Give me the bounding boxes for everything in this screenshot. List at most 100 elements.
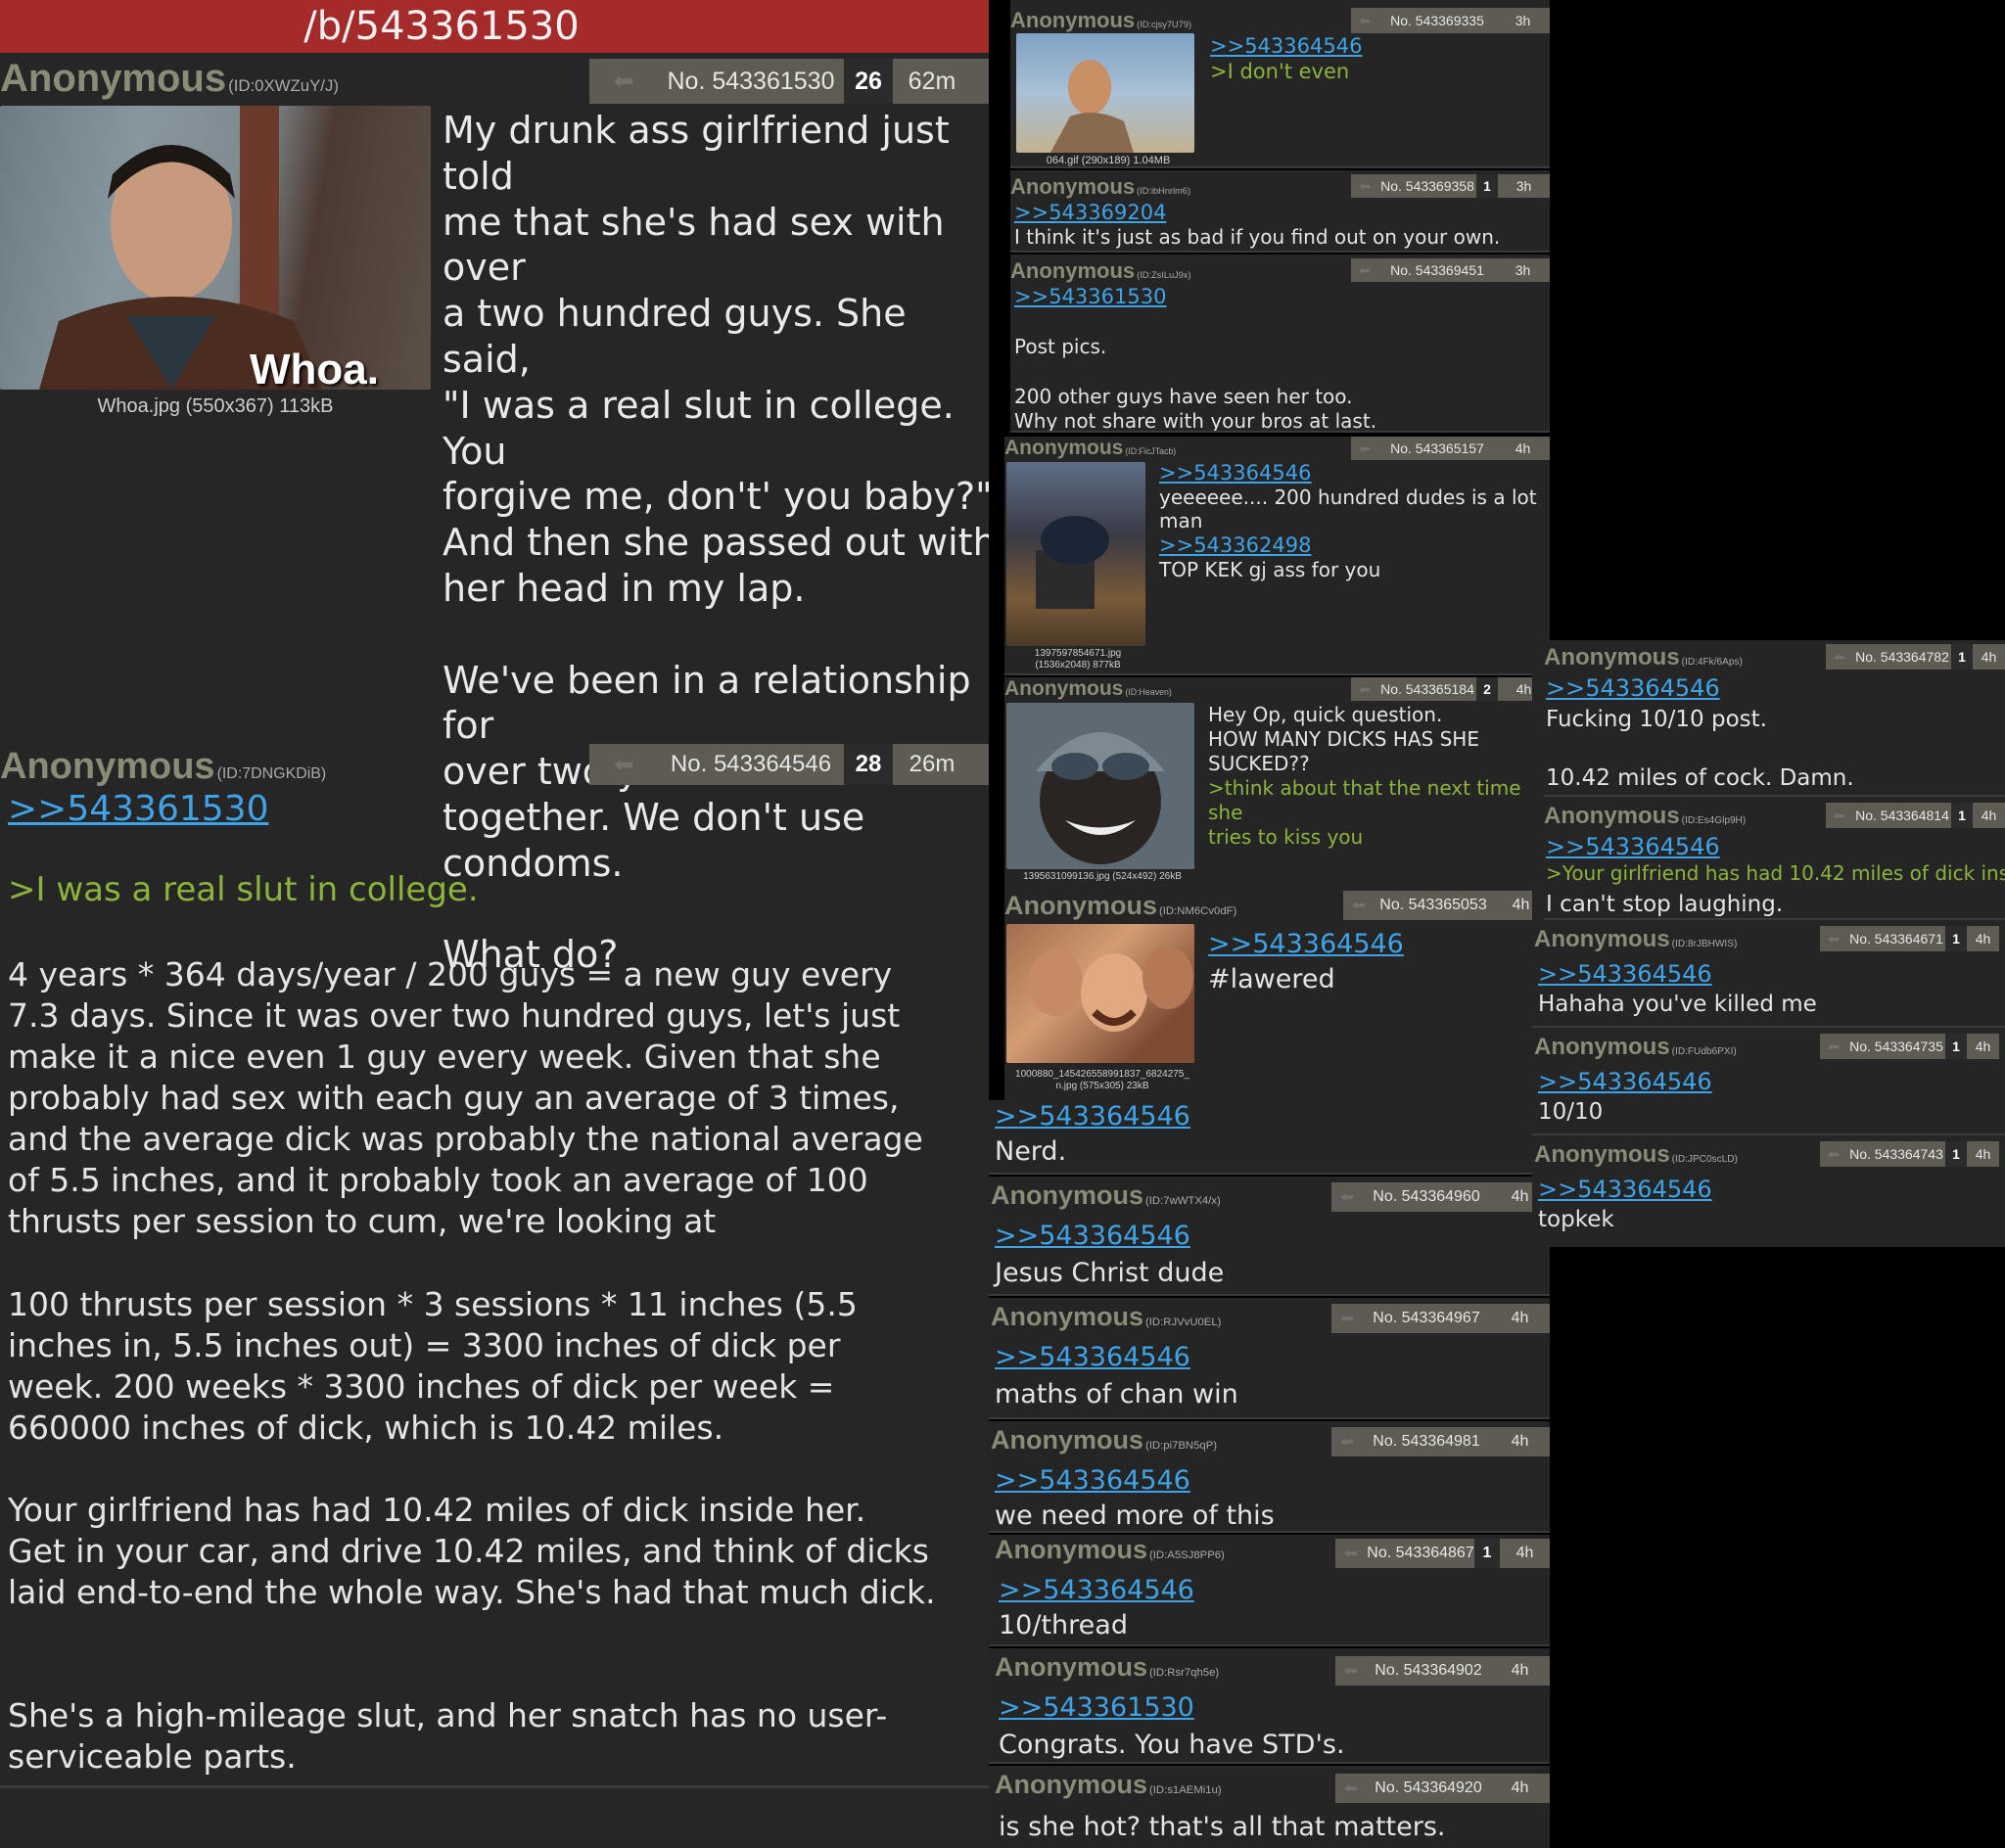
file-info[interactable]: 064.gif (290x189) 1.04MB (1010, 155, 1206, 166)
poster-name[interactable]: Anonymous (ID:Rsr7qh5e) (995, 1652, 1219, 1683)
reply-count[interactable]: 2 (1476, 677, 1498, 701)
poster-name[interactable]: Anonymous (ID:RJVvU0EL) (991, 1302, 1221, 1332)
post-number[interactable]: No. 543364960 (1363, 1182, 1490, 1212)
post-number[interactable]: No. 543365053 (1375, 891, 1492, 920)
back-arrow-icon[interactable]: ⬅ (1351, 677, 1378, 701)
back-arrow-icon[interactable]: ⬅ (1331, 1427, 1363, 1456)
file-info[interactable]: 1000880_145426558991837_6824275_ n.jpg (… (1004, 1069, 1200, 1091)
post-thumbnail[interactable] (1016, 33, 1194, 153)
back-arrow-icon[interactable]: ⬅ (1820, 926, 1847, 951)
post-thumbnail[interactable] (1006, 924, 1194, 1063)
poster-name[interactable]: Anonymous (ID:NM6Cv0dF) (1004, 891, 1236, 921)
post-age: 4h (1975, 931, 1991, 947)
poster-name[interactable]: Anonymous (ID:FUdb6PXI) (1534, 1034, 1737, 1061)
poster-name[interactable]: Anonymous (ID:ZsILuJ9x) (1010, 258, 1191, 284)
post-number[interactable]: No. 543365157 (1378, 437, 1496, 460)
quote-link[interactable]: >>543364546 (995, 1100, 1190, 1133)
op-image[interactable]: Whoa. (0, 106, 431, 390)
reply-count[interactable]: 1 (1945, 1034, 1967, 1059)
post-number[interactable]: No. 543364782 (1853, 644, 1951, 670)
post-number[interactable]: No. 543365184 (1378, 677, 1476, 701)
quote-link[interactable]: >>543364546 (1538, 1175, 1712, 1204)
op-name[interactable]: Anonymous (ID:0XWZuY/J) (0, 57, 339, 101)
quote-link[interactable]: >>543361530 (999, 1691, 1194, 1725)
quote-link[interactable]: >>543364546 (995, 1220, 1190, 1253)
back-arrow-icon[interactable]: ⬅ (1331, 1304, 1363, 1333)
back-arrow-icon[interactable]: ⬅ (589, 744, 658, 785)
post-543364735: Anonymous (ID:FUdb6PXI) ⬅ No. 543364735 1… (1532, 1030, 2005, 1135)
reply-count[interactable]: 1 (1474, 1539, 1500, 1568)
post-number[interactable]: No. 543369451 (1378, 258, 1496, 282)
reply-count[interactable]: 1 (1945, 1141, 1967, 1167)
post-number[interactable]: No. 543364867 (1367, 1539, 1474, 1568)
back-arrow-icon[interactable]: ⬅ (1351, 437, 1378, 460)
poster-name[interactable]: Anonymous (ID:Es4Glp9H) (1544, 803, 1746, 830)
reply-count[interactable]: 1 (1945, 926, 1967, 951)
post-number[interactable]: No. 543364902 (1367, 1656, 1490, 1686)
poster-name[interactable]: Anonymous (ID:4Fk/6Aps) (1544, 644, 1743, 671)
thread-title-bar: /b/543361530 (0, 0, 1001, 53)
quote-link[interactable]: >>543364546 (999, 1574, 1194, 1607)
file-info[interactable]: 1395631099136.jpg (524x492) 26kB (1004, 871, 1200, 883)
post-header: ⬅ No. 543369358 1 3h (1351, 174, 1550, 198)
back-arrow-icon[interactable]: ⬅ (1820, 1034, 1847, 1059)
back-arrow-icon[interactable]: ⬅ (1343, 891, 1375, 920)
back-arrow-icon[interactable]: ⬅ (1335, 1539, 1367, 1568)
poster-name[interactable]: Anonymous (ID:7wWTX4/x) (991, 1180, 1221, 1211)
back-arrow-icon[interactable]: ⬅ (1351, 174, 1378, 198)
quote-link[interactable]: >>543364546 (1546, 832, 1720, 861)
reply-count[interactable]: 1 (1476, 174, 1498, 198)
reply1-post-number[interactable]: No. 543364546 (658, 744, 844, 785)
poster-name[interactable]: Anonymous (ID:cjsy7U79) (1010, 8, 1191, 33)
post-number[interactable]: No. 543364671 (1847, 926, 1945, 951)
quote-link-2[interactable]: >>543362498 (1159, 532, 1311, 558)
back-arrow-icon[interactable]: ⬅ (1826, 644, 1853, 670)
post-number[interactable]: No. 543369358 (1378, 174, 1476, 198)
reply-count[interactable]: 1 (1951, 644, 1973, 670)
back-arrow-icon[interactable]: ⬅ (1351, 258, 1378, 282)
quote-link[interactable]: >>543369204 (1014, 200, 1166, 225)
quote-link[interactable]: >>543364546 (1159, 460, 1311, 485)
back-arrow-icon[interactable]: ⬅ (1820, 1141, 1847, 1167)
reply1-name[interactable]: Anonymous (ID:7DNGKDiB) (0, 746, 326, 788)
back-arrow-icon[interactable]: ⬅ (1335, 1656, 1367, 1686)
poster-name[interactable]: Anonymous (ID:pi7BN5qP) (991, 1425, 1217, 1455)
post-thumbnail[interactable] (1006, 703, 1194, 869)
reply-count[interactable]: 1 (1951, 803, 1973, 828)
quote-link[interactable]: >>543364546 (1210, 33, 1362, 59)
op-reply-count[interactable]: 26 (844, 59, 893, 104)
poster-name[interactable]: Anonymous (ID:Heaven) (1004, 677, 1172, 701)
poster-name[interactable]: Anonymous (ID:JPC0scLD) (1534, 1141, 1738, 1169)
op-file-info[interactable]: Whoa.jpg (550x367) 113kB (0, 395, 431, 418)
post-number[interactable]: No. 543364814 (1853, 803, 1951, 828)
post-number[interactable]: No. 543364981 (1363, 1427, 1490, 1456)
post-number[interactable]: No. 543364743 (1847, 1141, 1945, 1167)
file-info[interactable]: 1397597854671.jpg (1536x2048) 877kB (1004, 648, 1151, 670)
back-arrow-icon[interactable]: ⬅ (1335, 1774, 1367, 1803)
quote-link[interactable]: >>543364546 (1546, 673, 1720, 703)
back-arrow-icon[interactable]: ⬅ (589, 59, 658, 104)
poster-name[interactable]: Anonymous (ID:8rJBHWIS) (1534, 926, 1737, 953)
poster-name[interactable]: Anonymous (ID:ibHnrlm6) (1010, 174, 1190, 200)
poster-name[interactable]: Anonymous (ID:s1AEMi1u) (995, 1770, 1222, 1800)
quote-link[interactable]: >>543361530 (1014, 284, 1166, 309)
poster-name[interactable]: Anonymous (ID:A5SJ8PP6) (995, 1535, 1225, 1565)
post-number[interactable]: No. 543364967 (1363, 1304, 1490, 1333)
post-thumbnail[interactable] (1006, 462, 1145, 646)
back-arrow-icon[interactable]: ⬅ (1826, 803, 1853, 828)
reply1-reply-count[interactable]: 28 (844, 744, 893, 785)
back-arrow-icon[interactable]: ⬅ (1331, 1182, 1363, 1212)
back-arrow-icon[interactable]: ⬅ (1351, 8, 1378, 33)
quote-link[interactable]: >>543364546 (1538, 1067, 1712, 1096)
quote-link[interactable]: >>543364546 (1208, 928, 1404, 961)
reply1-quote-link[interactable]: >>543361530 (8, 787, 268, 831)
op-panel: /b/543361530 Anonymous (ID:0XWZuY/J) ⬅ No… (0, 0, 1001, 1848)
post-number[interactable]: No. 543364735 (1847, 1034, 1945, 1059)
post-number[interactable]: No. 543369335 (1378, 8, 1496, 33)
quote-link[interactable]: >>543364546 (995, 1464, 1190, 1498)
poster-name[interactable]: Anonymous (ID:FicJTacb) (1004, 437, 1176, 460)
quote-link[interactable]: >>543364546 (995, 1341, 1190, 1374)
post-number[interactable]: No. 543364920 (1367, 1774, 1490, 1803)
quote-link[interactable]: >>543364546 (1538, 959, 1712, 989)
op-post-number[interactable]: No. 543361530 (658, 59, 844, 104)
